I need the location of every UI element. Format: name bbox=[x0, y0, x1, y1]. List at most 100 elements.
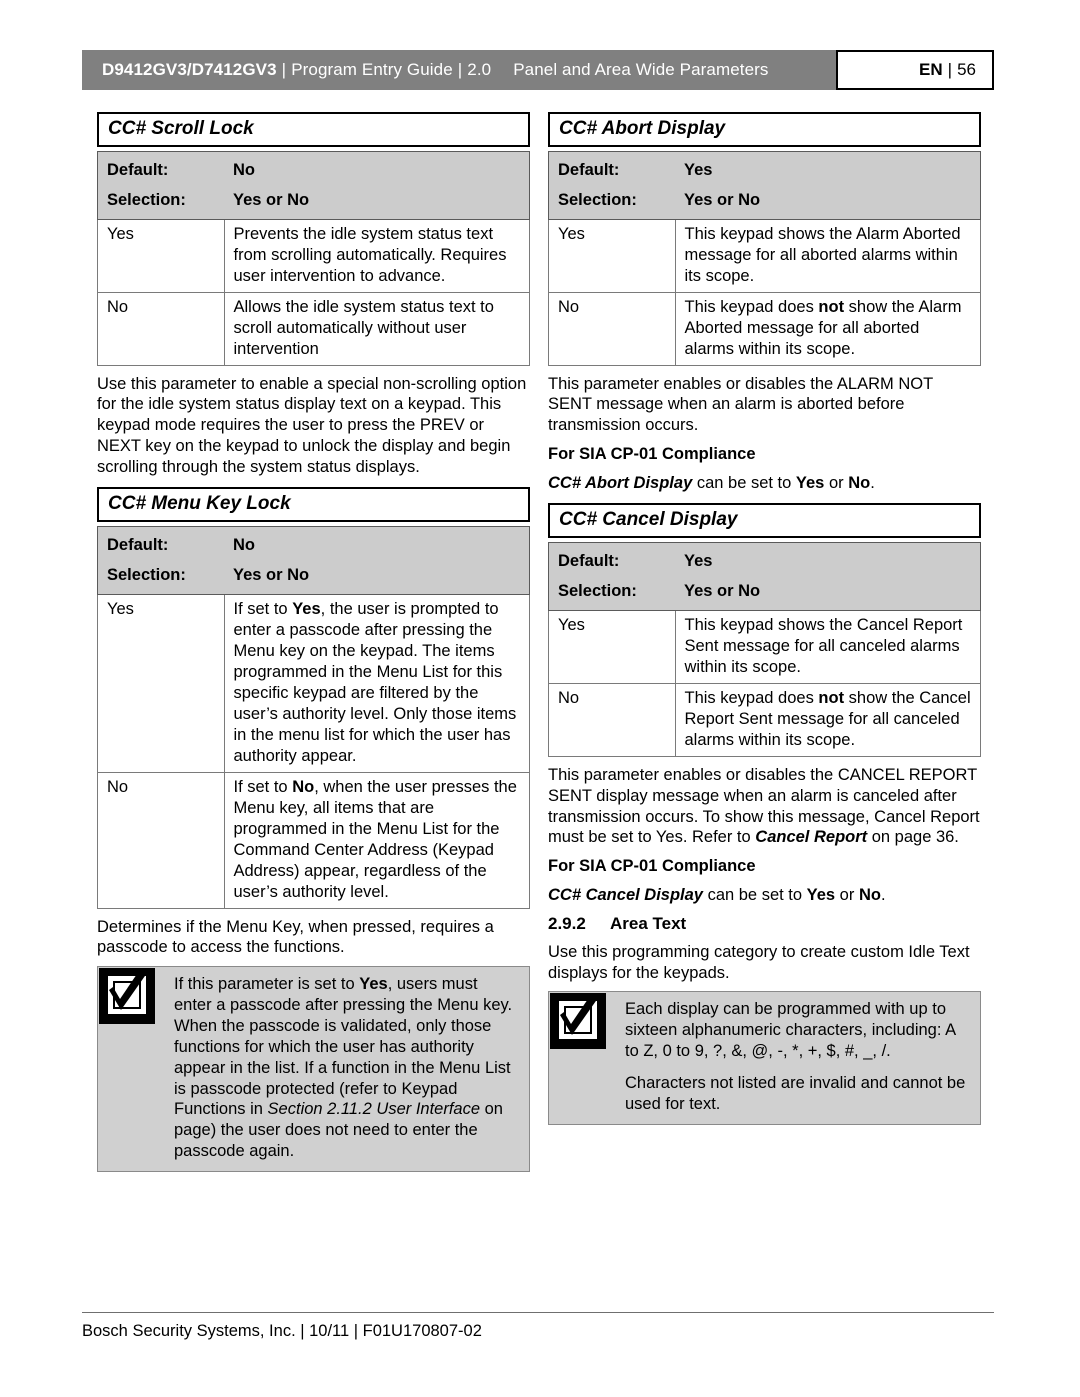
notice-text: If this parameter is set to Yes, users m… bbox=[164, 967, 529, 1171]
param-title-scroll-lock: CC# Scroll Lock bbox=[97, 112, 530, 147]
notice-mid: , users must enter a passcode after pres… bbox=[174, 975, 513, 1119]
selection-value: Yes or No bbox=[224, 184, 530, 220]
table-row: No This keypad does not show the Alarm A… bbox=[548, 291, 981, 366]
cancel-display-sia-heading: For SIA CP-01 Compliance bbox=[548, 857, 756, 876]
notice-box-menu-key-lock: If this parameter is set to Yes, users m… bbox=[97, 966, 530, 1172]
option-key: No bbox=[548, 291, 676, 366]
table-row: Selection: Yes or No bbox=[97, 184, 530, 220]
notice-text: Each display can be programmed with up t… bbox=[615, 992, 980, 1123]
page-header: D9412GV3/D7412GV3 | Program Entry Guide … bbox=[82, 50, 994, 90]
sia-yes: Yes bbox=[806, 885, 836, 904]
desc-bold: not bbox=[818, 689, 845, 708]
sia-end: . bbox=[870, 473, 875, 492]
default-label: Default: bbox=[548, 542, 675, 577]
area-text-body: Use this programming category to create … bbox=[548, 942, 970, 982]
param-title-abort-display: CC# Abort Display bbox=[548, 112, 981, 147]
sia-mid: can be set to bbox=[692, 473, 796, 492]
selection-value: Yes or No bbox=[675, 184, 981, 220]
notice-paragraph: Each display can be programmed with up t… bbox=[625, 1000, 956, 1060]
table-row: Default: Yes bbox=[548, 542, 981, 577]
footer-divider bbox=[82, 1312, 994, 1313]
option-description: If set to Yes, the user is prompted to e… bbox=[223, 594, 530, 773]
selection-label: Selection: bbox=[97, 184, 224, 220]
sia-yes: Yes bbox=[795, 473, 825, 492]
desc-bold: Yes bbox=[292, 600, 321, 619]
notice-section-ref: Section 2.11.2 User Interface bbox=[267, 1100, 481, 1119]
header-language-code: EN bbox=[919, 60, 943, 79]
abort-display-sia-heading: For SIA CP-01 Compliance bbox=[548, 444, 756, 463]
footer-text: Bosch Security Systems, Inc. | 10/11 | F… bbox=[82, 1322, 482, 1340]
table-row: Yes Prevents the idle system status text… bbox=[97, 218, 530, 293]
header-separator-1: | bbox=[281, 60, 287, 79]
section-title: Area Text bbox=[610, 913, 687, 933]
option-key: No bbox=[97, 291, 225, 366]
menu-key-lock-body-text: Determines if the Menu Key, when pressed… bbox=[97, 917, 494, 957]
table-row: Default: No bbox=[97, 151, 530, 185]
sia-param-name: CC# Abort Display bbox=[548, 473, 693, 492]
selection-label: Selection: bbox=[548, 576, 675, 612]
table-row: No This keypad does not show the Cancel … bbox=[548, 683, 981, 758]
cancel-display-body-text: This parameter enables or disables the C… bbox=[548, 765, 981, 848]
option-description: This keypad does not show the Alarm Abor… bbox=[674, 291, 981, 366]
checkmark-box-icon bbox=[550, 993, 606, 1050]
table-row: Selection: Yes or No bbox=[548, 576, 981, 612]
table-row: Yes This keypad shows the Cancel Report … bbox=[548, 610, 981, 685]
option-key: No bbox=[548, 683, 676, 758]
header-title-bar: D9412GV3/D7412GV3 | Program Entry Guide … bbox=[82, 50, 836, 90]
desc-pre: If set to bbox=[233, 600, 293, 619]
notice-icon-cell bbox=[98, 967, 164, 1171]
notice-icon-cell bbox=[549, 992, 615, 1123]
abort-display-sia-text: CC# Abort Display can be set to Yes or N… bbox=[548, 473, 981, 494]
param-title-menu-key-lock: CC# Menu Key Lock bbox=[97, 487, 530, 523]
scroll-lock-body-text: Use this parameter to enable a special n… bbox=[97, 374, 527, 476]
notice-pre: If this parameter is set to bbox=[174, 975, 360, 994]
sia-mid: can be set to bbox=[702, 885, 807, 904]
section-number: 2.9.2 bbox=[548, 913, 586, 933]
desc-bold: No bbox=[292, 777, 315, 796]
param-table-cancel-display: Default: Yes Selection: Yes or No Yes Th… bbox=[548, 542, 981, 758]
cancel-display-sia-text: CC# Cancel Display can be set to Yes or … bbox=[548, 885, 981, 906]
sia-no: No bbox=[848, 473, 871, 492]
table-row: Default: Yes bbox=[548, 151, 981, 185]
desc-pre: This keypad does bbox=[684, 297, 819, 316]
document-page: D9412GV3/D7412GV3 | Program Entry Guide … bbox=[0, 0, 1080, 1397]
option-key: Yes bbox=[548, 218, 676, 293]
header-doc-model: D9412GV3/D7412GV3 bbox=[102, 60, 277, 79]
section-heading-area-text: 2.9.2 Area Text bbox=[548, 914, 981, 934]
desc-pre: This keypad does bbox=[684, 689, 819, 708]
option-description: Allows the idle system status text to sc… bbox=[223, 291, 530, 366]
notice-box-area-text: Each display can be programmed with up t… bbox=[548, 991, 981, 1125]
default-label: Default: bbox=[97, 151, 224, 185]
selection-value: Yes or No bbox=[675, 576, 981, 612]
body-post: on page 36. bbox=[867, 828, 959, 847]
table-row: No If set to No, when the user presses t… bbox=[97, 771, 530, 909]
param-table-scroll-lock: Default: No Selection: Yes or No Yes Pre… bbox=[97, 150, 530, 366]
desc-bold: not bbox=[818, 297, 845, 316]
option-description: This keypad shows the Cancel Report Sent… bbox=[674, 610, 981, 685]
table-row: No Allows the idle system status text to… bbox=[97, 291, 530, 366]
selection-label: Selection: bbox=[97, 560, 224, 596]
option-key: Yes bbox=[97, 594, 225, 773]
default-label: Default: bbox=[548, 151, 675, 185]
left-column: CC# Scroll Lock Default: No Selection: Y… bbox=[97, 112, 530, 1172]
default-label: Default: bbox=[97, 526, 224, 561]
table-row: Yes If set to Yes, the user is prompted … bbox=[97, 594, 530, 773]
default-value: No bbox=[224, 526, 530, 561]
option-description: If set to No, when the user presses the … bbox=[223, 771, 530, 909]
header-separator-2: | bbox=[457, 60, 463, 79]
default-value: Yes bbox=[675, 151, 981, 185]
desc-post: , the user is prompted to enter a passco… bbox=[233, 600, 517, 765]
option-key: Yes bbox=[548, 610, 676, 685]
option-description: This keypad does not show the Cancel Rep… bbox=[674, 683, 981, 758]
option-key: Yes bbox=[97, 218, 225, 293]
notice-bold: Yes bbox=[359, 975, 388, 994]
sia-end: . bbox=[880, 885, 886, 904]
header-separator-3: | bbox=[947, 60, 953, 79]
sia-or: or bbox=[824, 473, 849, 492]
selection-label: Selection: bbox=[548, 184, 675, 220]
param-table-abort-display: Default: Yes Selection: Yes or No Yes Th… bbox=[548, 150, 981, 366]
param-title-cancel-display: CC# Cancel Display bbox=[548, 503, 981, 539]
right-column: CC# Abort Display Default: Yes Selection… bbox=[548, 112, 981, 1125]
notice-paragraph: If this parameter is set to Yes, users m… bbox=[174, 974, 517, 1162]
abort-display-body-text: This parameter enables or disables the A… bbox=[548, 374, 933, 435]
